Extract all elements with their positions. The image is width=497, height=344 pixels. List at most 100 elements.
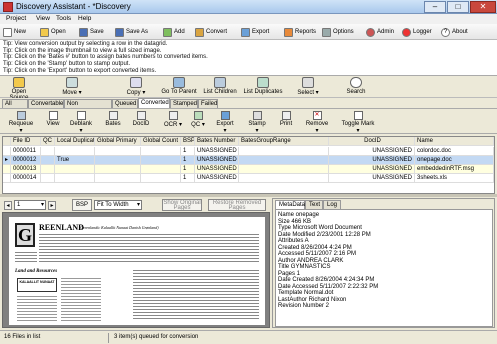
page-select[interactable]: 1 ▾	[14, 200, 46, 210]
open-source-icon	[13, 77, 25, 88]
bsp-button[interactable]: BSP	[72, 199, 92, 211]
tab-text[interactable]: Text	[305, 200, 323, 209]
new-button[interactable]: New	[3, 26, 26, 38]
stamp-icon	[252, 111, 262, 120]
document-section-heading: Land and Resources	[15, 269, 58, 274]
next-page-arrow-icon[interactable]: ▸	[48, 201, 56, 210]
table-row[interactable]: 0000014 1 UNASSIGNED UNASSIGNED 3sheets.…	[3, 174, 494, 183]
cell-qc	[41, 147, 55, 156]
file-datagrid[interactable]: File ID QC Local Duplicate Global Primar…	[2, 136, 495, 194]
menu-view[interactable]: View	[36, 15, 50, 22]
open-button[interactable]: Open	[40, 26, 66, 38]
requeue-icon	[16, 111, 26, 120]
search-button[interactable]: Search	[338, 77, 374, 95]
metadata-list[interactable]: Name onepage Size 466 KB Type Microsoft …	[275, 209, 493, 327]
show-original-pages-button[interactable]: Show Original Pages	[162, 199, 202, 211]
col-bates-group-range[interactable]: BatesGroupRange	[239, 137, 329, 146]
export-converted-button[interactable]: Export ▾	[214, 111, 236, 134]
close-button[interactable]: ✕	[470, 1, 496, 13]
title-bar[interactable]: Discovery Assistant - *Discovery – □ ✕	[0, 0, 497, 14]
tab-queued[interactable]: Queued	[112, 99, 138, 108]
col-qc[interactable]: QC	[41, 137, 55, 146]
tip-text: Tip: View conversion output by selecting…	[3, 41, 168, 47]
menu-project[interactable]: Project	[6, 15, 26, 22]
deblank-button[interactable]: Deblank ▾	[68, 111, 94, 134]
options-button[interactable]: Options	[322, 26, 354, 38]
qc-label: QC	[191, 122, 201, 128]
deblank-icon	[76, 111, 86, 120]
export-button[interactable]: Export	[241, 26, 269, 38]
minimize-button[interactable]: –	[424, 1, 446, 13]
qc-button[interactable]: QC ▾	[190, 111, 206, 128]
tab-all-files[interactable]: All Files	[2, 99, 28, 115]
move-button[interactable]: Move ▾	[54, 77, 90, 96]
col-file-id[interactable]: File ID	[11, 137, 41, 146]
export-icon	[220, 111, 230, 120]
logger-button[interactable]: Logger	[402, 26, 432, 38]
col-bates-number[interactable]: Bates Number	[195, 137, 239, 146]
fit-mode-select[interactable]: Fit To Width ▾	[94, 200, 142, 210]
about-button[interactable]: ? About	[441, 26, 468, 38]
maximize-button[interactable]: □	[447, 1, 469, 13]
col-docid[interactable]: DocID	[329, 137, 415, 146]
list-children-button[interactable]: List Children	[200, 77, 240, 95]
docid-button[interactable]: DocID	[130, 111, 152, 127]
files-count-status: 16 Files in list	[4, 334, 41, 340]
view-button[interactable]: View	[44, 111, 62, 127]
toggle-mark-button[interactable]: Toggle Mark ▾	[340, 111, 376, 134]
export-converted-label: Export	[216, 121, 234, 127]
col-local-duplicate[interactable]: Local Duplicate	[55, 137, 95, 146]
table-row[interactable]: 0000013 1 UNASSIGNED UNASSIGNED embedded…	[3, 165, 494, 174]
document-figure-box: KALAALLIT NUNAAT	[17, 278, 57, 292]
tab-stamped[interactable]: Stamped	[170, 99, 198, 108]
tab-converted[interactable]: Converted	[138, 98, 170, 108]
save-as-button[interactable]: Save As	[115, 26, 148, 38]
reports-button[interactable]: Reports	[284, 26, 316, 38]
admin-button[interactable]: Admin	[366, 26, 394, 38]
col-global-primary[interactable]: Global Primary	[95, 137, 141, 146]
ocr-button[interactable]: OCR ▾	[162, 111, 184, 128]
restore-removed-pages-button[interactable]: Restore Removed Pages	[208, 199, 266, 211]
toggle-mark-label: Toggle Mark	[341, 121, 375, 127]
col-bsp[interactable]: BSP	[181, 137, 195, 146]
stamp-button[interactable]: Stamp ▾	[246, 111, 268, 134]
save-button[interactable]: Save	[79, 26, 104, 38]
qc-icon	[193, 111, 203, 120]
cell-file-id: 0000011	[11, 147, 41, 156]
tab-metadata[interactable]: MetaData	[275, 200, 305, 209]
print-button[interactable]: Print	[278, 111, 294, 127]
prev-page-arrow-icon[interactable]: ◂	[4, 201, 12, 210]
col-name[interactable]: Name	[415, 137, 494, 146]
cell-bates-number: UNASSIGNED	[195, 156, 239, 165]
copy-button[interactable]: Copy ▾	[118, 77, 154, 96]
bates-button[interactable]: Bates	[104, 111, 122, 127]
cell-global-primary	[95, 165, 141, 174]
pane-splitter[interactable]	[0, 194, 497, 197]
tab-failed[interactable]: Failed	[198, 99, 218, 108]
drop-cap: G	[15, 223, 35, 247]
tab-non-convertable[interactable]: Non Convertable	[64, 99, 112, 115]
cell-docid: UNASSIGNED	[329, 156, 415, 165]
menu-tools[interactable]: Tools	[56, 15, 71, 22]
convert-button[interactable]: Convert	[195, 26, 227, 38]
tab-log[interactable]: Log	[323, 200, 341, 209]
add-icon	[163, 27, 172, 37]
table-row[interactable]: 0000011 1 UNASSIGNED UNASSIGNED colordoc…	[3, 147, 494, 156]
table-row-selected[interactable]: ▸ 0000012 True 1 UNASSIGNED UNASSIGNED o…	[3, 156, 494, 165]
remove-button[interactable]: ✕ Remove ▾	[304, 111, 330, 134]
col-global-count[interactable]: Global Count	[141, 137, 181, 146]
go-to-parent-icon	[173, 77, 185, 88]
requeue-button[interactable]: Requeue ▾	[8, 111, 34, 134]
document-preview[interactable]: G REENLAND (Greenlandic Kalaallit Nunaat…	[2, 212, 270, 328]
save-as-icon	[115, 27, 124, 37]
view-label: View	[46, 121, 60, 127]
add-label: Add	[174, 29, 185, 35]
add-button[interactable]: Add	[163, 26, 185, 38]
cell-global-primary	[95, 147, 141, 156]
cell-global-count	[141, 147, 181, 156]
menu-help[interactable]: Help	[78, 15, 91, 22]
select-button[interactable]: Select ▾	[290, 77, 326, 96]
tab-convertable[interactable]: Convertable	[28, 99, 64, 108]
list-duplicates-button[interactable]: List Duplicates	[240, 77, 286, 95]
go-to-parent-button[interactable]: Go To Parent	[158, 77, 200, 95]
